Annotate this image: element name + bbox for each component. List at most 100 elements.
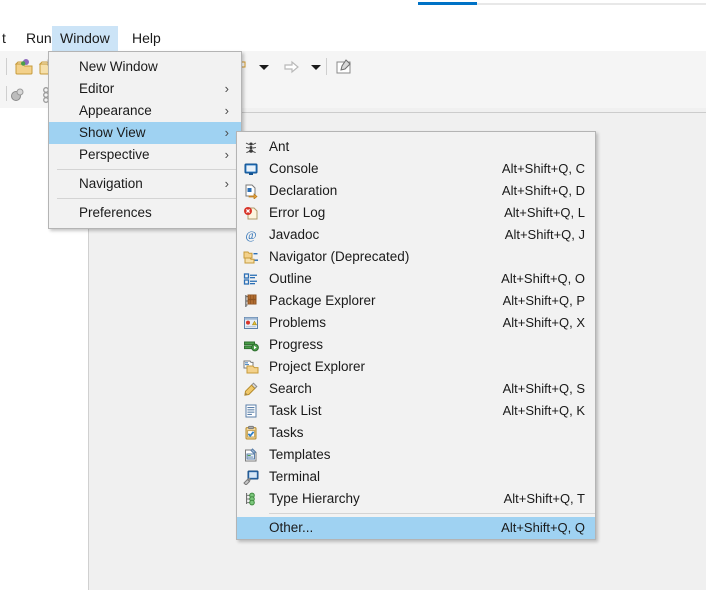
show-view-item-ant[interactable]: Ant bbox=[237, 136, 595, 158]
show-view-item-declaration[interactable]: Declaration Alt+Shift+Q, D bbox=[237, 180, 595, 202]
top-strip bbox=[0, 0, 706, 26]
menubar: t Run Window Help bbox=[0, 26, 706, 51]
show-view-item-terminal[interactable]: Terminal bbox=[237, 466, 595, 488]
window-menu: New Window Editor › Appearance › Show Vi… bbox=[48, 51, 242, 229]
ant-icon bbox=[243, 139, 259, 155]
menu-separator bbox=[57, 198, 241, 199]
task-list-icon bbox=[243, 403, 259, 419]
show-view-item-label: Problems bbox=[269, 315, 327, 330]
chevron-right-icon: › bbox=[224, 147, 229, 162]
show-view-item-type-hierarchy[interactable]: Type Hierarchy Alt+Shift+Q, T bbox=[237, 488, 595, 510]
active-tab-underline bbox=[418, 2, 477, 5]
terminal-icon bbox=[243, 469, 259, 485]
show-view-item-tasks[interactable]: Tasks bbox=[237, 422, 595, 444]
show-view-item-accel: Alt+Shift+Q, S bbox=[502, 381, 585, 396]
menu-item-label: Editor bbox=[79, 81, 115, 96]
menubar-help[interactable]: Help bbox=[124, 26, 169, 51]
toolbar-separator-2 bbox=[326, 58, 327, 75]
show-view-item-navigator[interactable]: Navigator (Deprecated) bbox=[237, 246, 595, 268]
show-view-item-label: Other... bbox=[269, 520, 314, 535]
show-view-item-progress[interactable]: Progress bbox=[237, 334, 595, 356]
menu-item-new-window[interactable]: New Window bbox=[49, 56, 241, 78]
new-editor-icon[interactable] bbox=[334, 57, 354, 77]
tab-rail bbox=[477, 3, 706, 5]
show-view-item-accel: Alt+Shift+Q, K bbox=[502, 403, 585, 418]
menu-item-preferences[interactable]: Preferences bbox=[49, 202, 241, 224]
menu-item-appearance[interactable]: Appearance › bbox=[49, 100, 241, 122]
chevron-right-icon: › bbox=[224, 81, 229, 96]
show-view-item-label: Outline bbox=[269, 271, 312, 286]
menubar-window[interactable]: Window bbox=[52, 26, 118, 51]
navigator-icon bbox=[243, 249, 259, 265]
show-view-item-accel: Alt+Shift+Q, O bbox=[501, 271, 585, 286]
show-view-item-accel: Alt+Shift+Q, X bbox=[502, 315, 585, 330]
show-view-item-package-explorer[interactable]: Package Explorer Alt+Shift+Q, P bbox=[237, 290, 595, 312]
forward-arrow-icon[interactable] bbox=[282, 57, 302, 77]
project-explorer-icon bbox=[243, 359, 259, 375]
show-view-item-label: Ant bbox=[269, 139, 290, 154]
show-view-item-search[interactable]: Search Alt+Shift+Q, S bbox=[237, 378, 595, 400]
show-view-item-project-explorer[interactable]: Project Explorer bbox=[237, 356, 595, 378]
menu-item-perspective[interactable]: Perspective › bbox=[49, 144, 241, 166]
declaration-icon bbox=[243, 183, 259, 199]
menu-item-label: Show View bbox=[79, 125, 146, 140]
chevron-right-icon: › bbox=[224, 103, 229, 118]
show-view-item-other[interactable]: Other... Alt+Shift+Q, Q bbox=[237, 517, 595, 539]
show-view-item-console[interactable]: Console Alt+Shift+Q, C bbox=[237, 158, 595, 180]
tasks-icon bbox=[243, 425, 259, 441]
menu-item-label: Preferences bbox=[79, 205, 152, 220]
show-view-item-label: Type Hierarchy bbox=[269, 491, 360, 506]
show-view-item-task-list[interactable]: Task List Alt+Shift+Q, K bbox=[237, 400, 595, 422]
show-view-item-label: Task List bbox=[269, 403, 322, 418]
show-view-item-accel: Alt+Shift+Q, T bbox=[503, 491, 585, 506]
show-view-item-error-log[interactable]: Error Log Alt+Shift+Q, L bbox=[237, 202, 595, 224]
show-view-item-label: Javadoc bbox=[269, 227, 320, 242]
show-view-item-label: Tasks bbox=[269, 425, 304, 440]
show-view-item-label: Error Log bbox=[269, 205, 326, 220]
menubar-project-truncated[interactable]: t bbox=[0, 26, 14, 51]
error-log-icon bbox=[243, 205, 259, 221]
show-view-item-accel: Alt+Shift+Q, C bbox=[501, 161, 585, 176]
dropdown-arrow-2-icon[interactable] bbox=[306, 57, 326, 77]
show-view-item-label: Progress bbox=[269, 337, 324, 352]
problems-icon bbox=[243, 315, 259, 331]
outline-icon bbox=[243, 271, 259, 287]
menu-item-show-view[interactable]: Show View › bbox=[49, 122, 241, 144]
menu-item-label: Navigation bbox=[79, 176, 143, 191]
chevron-right-icon: › bbox=[224, 176, 229, 191]
dropdown-arrow-icon[interactable] bbox=[254, 57, 274, 77]
show-view-item-label: Declaration bbox=[269, 183, 338, 198]
progress-icon bbox=[243, 337, 259, 353]
toolbar-separator bbox=[6, 58, 7, 75]
console-icon bbox=[243, 161, 259, 177]
open-type-icon[interactable] bbox=[14, 57, 34, 77]
show-view-item-label: Console bbox=[269, 161, 319, 176]
show-view-item-accel: Alt+Shift+Q, Q bbox=[501, 520, 585, 535]
show-view-item-accel: Alt+Shift+Q, D bbox=[501, 183, 585, 198]
show-view-separator bbox=[269, 513, 595, 514]
package-explorer-icon bbox=[243, 293, 259, 309]
javadoc-icon: @ bbox=[243, 227, 259, 243]
show-view-item-label: Project Explorer bbox=[269, 359, 366, 374]
show-view-item-templates[interactable]: Templates bbox=[237, 444, 595, 466]
menu-item-navigation[interactable]: Navigation › bbox=[49, 173, 241, 195]
show-view-item-label: Templates bbox=[269, 447, 331, 462]
show-view-item-outline[interactable]: Outline Alt+Shift+Q, O bbox=[237, 268, 595, 290]
debug-icon[interactable] bbox=[8, 85, 28, 105]
show-view-item-label: Search bbox=[269, 381, 312, 396]
menu-item-label: Appearance bbox=[79, 103, 152, 118]
menu-item-label: Perspective bbox=[79, 147, 150, 162]
menu-separator bbox=[57, 169, 241, 170]
show-view-item-label: Terminal bbox=[269, 469, 321, 484]
show-view-item-accel: Alt+Shift+Q, P bbox=[502, 293, 585, 308]
show-view-item-problems[interactable]: Problems Alt+Shift+Q, X bbox=[237, 312, 595, 334]
show-view-item-javadoc[interactable]: @ Javadoc Alt+Shift+Q, J bbox=[237, 224, 595, 246]
menu-item-editor[interactable]: Editor › bbox=[49, 78, 241, 100]
show-view-item-label: Package Explorer bbox=[269, 293, 376, 308]
show-view-item-label: Navigator (Deprecated) bbox=[269, 249, 410, 264]
toolbar2-separator bbox=[6, 86, 7, 101]
chevron-right-icon: › bbox=[224, 125, 229, 140]
show-view-item-accel: Alt+Shift+Q, J bbox=[504, 227, 585, 242]
show-view-item-accel: Alt+Shift+Q, L bbox=[504, 205, 585, 220]
search-icon bbox=[243, 381, 259, 397]
